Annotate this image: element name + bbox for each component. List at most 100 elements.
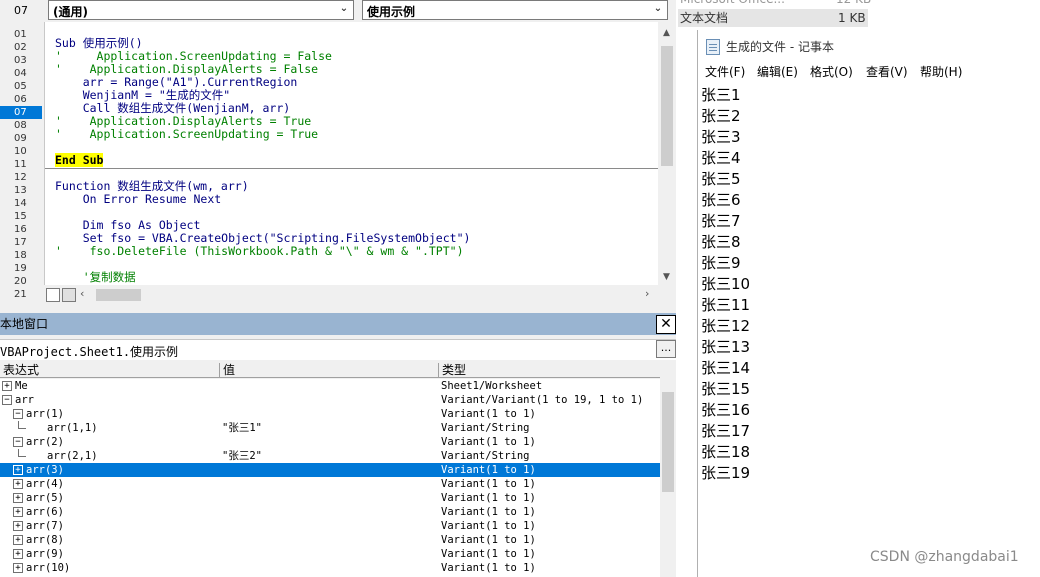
menu-file[interactable]: 文件(F) [705, 62, 745, 82]
expand-icon[interactable]: + [13, 493, 23, 503]
expand-icon[interactable]: + [13, 521, 23, 531]
menu-help[interactable]: 帮助(H) [920, 62, 962, 82]
locals-list: + Me Sheet1/Worksheet − arr Variant/Variant(1… [0, 379, 660, 577]
notepad-line: 张三16 [701, 401, 751, 419]
locals-type: Variant(1 to 1) [441, 492, 536, 504]
scroll-right-icon[interactable]: › [645, 287, 657, 300]
locals-row[interactable]: − arr(2) Variant(1 to 1) [0, 435, 660, 449]
locals-expression: arr(7) [26, 520, 64, 532]
line-number: 02 [14, 42, 27, 53]
locals-type: Variant(1 to 1) [441, 534, 536, 546]
collapse-icon[interactable]: − [13, 409, 23, 419]
code-line: ' fso.DeleteFile (ThisWorkbook.Path & "\… [55, 244, 464, 258]
header-type[interactable]: 类型 [439, 363, 466, 377]
file-name[interactable]: Microsoft Office... [680, 0, 785, 8]
expand-icon[interactable]: + [13, 465, 23, 475]
locals-expression: arr(4) [26, 478, 64, 490]
notepad-line: 张三13 [701, 338, 751, 356]
expand-icon[interactable]: + [13, 479, 23, 489]
collapse-icon[interactable]: − [13, 437, 23, 447]
locals-scroll-thumb[interactable] [662, 392, 674, 492]
menu-edit[interactable]: 编辑(E) [757, 62, 798, 82]
locals-row[interactable]: − arr(1) Variant(1 to 1) [0, 407, 660, 421]
locals-row[interactable]: + arr(3) Variant(1 to 1) [0, 463, 660, 477]
locals-row[interactable]: + arr(5) Variant(1 to 1) [0, 491, 660, 505]
scroll-left-icon[interactable]: ‹ [80, 287, 92, 300]
procedure-combo[interactable]: 使用示例 ⌄ [362, 0, 668, 20]
scroll-up-icon[interactable]: ▲ [658, 28, 675, 42]
watermark: CSDN @zhangdabai1 [870, 549, 1019, 565]
locals-row[interactable]: arr(1,1) "张三1" Variant/String [0, 421, 660, 435]
locals-type: Variant(1 to 1) [441, 506, 536, 518]
locals-expression: arr(1) [26, 408, 64, 420]
locals-expression: Me [15, 380, 28, 392]
chevron-down-icon[interactable]: ⌄ [651, 3, 665, 17]
notepad-title: 生成的文件 - 记事本 [726, 40, 834, 54]
notepad-line: 张三11 [701, 296, 751, 314]
notepad-line: 张三4 [701, 149, 741, 167]
locals-type: Variant(1 to 1) [441, 520, 536, 532]
expand-icon[interactable]: + [13, 507, 23, 517]
procedure-separator [45, 168, 658, 169]
locals-type: Variant/String [441, 422, 530, 434]
locals-row[interactable]: + arr(6) Variant(1 to 1) [0, 505, 660, 519]
line-number: 19 [14, 263, 27, 274]
menu-view[interactable]: 查看(V) [866, 62, 908, 82]
code-pane[interactable]: Sub 使用示例() ' Application.ScreenUpdating =… [44, 22, 658, 285]
locals-type: Variant/Variant(1 to 19, 1 to 1) [441, 394, 644, 406]
locals-row[interactable]: arr(2,1) "张三2" Variant/String [0, 449, 660, 463]
locals-expression: arr(9) [26, 548, 64, 560]
full-module-view-icon[interactable] [62, 288, 76, 302]
notepad-line: 张三5 [701, 170, 741, 188]
code-window-toolbar: 07 (通用) ⌄ 使用示例 ⌄ [0, 0, 676, 22]
locals-expression: arr [15, 394, 34, 406]
locals-row[interactable]: + arr(7) Variant(1 to 1) [0, 519, 660, 533]
procedure-view-icon[interactable] [46, 288, 60, 302]
locals-expression: arr(6) [26, 506, 64, 518]
line-number: 13 [14, 185, 27, 196]
header-divider[interactable] [438, 363, 439, 378]
menu-format[interactable]: 格式(O) [810, 62, 853, 82]
locals-row[interactable]: + arr(9) Variant(1 to 1) [0, 547, 660, 561]
locals-row[interactable]: + arr(8) Variant(1 to 1) [0, 533, 660, 547]
code-line: On Error Resume Next [55, 192, 222, 206]
code-line: '复制数据 [55, 270, 136, 284]
notepad-menubar: 文件(F) 编辑(E) 格式(O) 查看(V) 帮助(H) [698, 62, 1040, 82]
expand-icon[interactable]: + [13, 535, 23, 545]
scroll-down-icon[interactable]: ▼ [658, 272, 675, 286]
notepad-window: 生成的文件 - 记事本 文件(F) 编辑(E) 格式(O) 查看(V) 帮助(H… [697, 30, 1040, 577]
expand-icon[interactable]: + [13, 549, 23, 559]
current-statement: End Sub [55, 153, 104, 167]
notepad-text-area[interactable]: 张三1 张三2 张三3 张三4 张三5 张三6 张三7 张三8 张三9 张三10 张三11 张三12 张… [701, 85, 1031, 484]
chevron-down-icon[interactable]: ⌄ [337, 3, 351, 17]
locals-type: Variant(1 to 1) [441, 464, 536, 476]
code-scroll-thumb[interactable] [661, 46, 673, 166]
header-value[interactable]: 值 [220, 363, 235, 377]
locals-row[interactable]: + arr(4) Variant(1 to 1) [0, 477, 660, 491]
header-expression[interactable]: 表达式 [0, 363, 39, 377]
collapse-icon[interactable]: − [2, 395, 12, 405]
file-explorer-fragment: Microsoft Office... 12 KB 文本文档 1 KB [678, 0, 1040, 30]
file-size: 1 KB [838, 11, 866, 25]
locals-expression: arr(1,1) [47, 422, 98, 434]
expand-icon[interactable]: + [13, 563, 23, 573]
notepad-line: 张三19 [701, 464, 751, 482]
locals-window-title: 本地窗口 [0, 313, 676, 335]
locals-row[interactable]: + arr(10) Variant(1 to 1) [0, 561, 660, 575]
header-divider[interactable] [219, 363, 220, 378]
close-icon[interactable]: ✕ [656, 315, 676, 334]
code-line: End Sub [55, 153, 104, 167]
locals-row[interactable]: − arr Variant/Variant(1 to 19, 1 to 1) [0, 393, 660, 407]
code-line: ' Application.ScreenUpdating = True [55, 127, 319, 141]
line-number: 11 [14, 159, 27, 170]
locals-type: Variant(1 to 1) [441, 548, 536, 560]
line-number: 21 [14, 289, 27, 300]
locals-row[interactable]: + Me Sheet1/Worksheet [0, 379, 660, 393]
line-number: 20 [14, 276, 27, 287]
locals-expression: arr(8) [26, 534, 64, 546]
code-hscroll-thumb[interactable] [96, 289, 141, 301]
call-stack-button[interactable]: ... [656, 340, 676, 358]
expand-icon[interactable]: + [2, 381, 12, 391]
line-number: 05 [14, 81, 27, 92]
object-combo[interactable]: (通用) ⌄ [48, 0, 354, 20]
